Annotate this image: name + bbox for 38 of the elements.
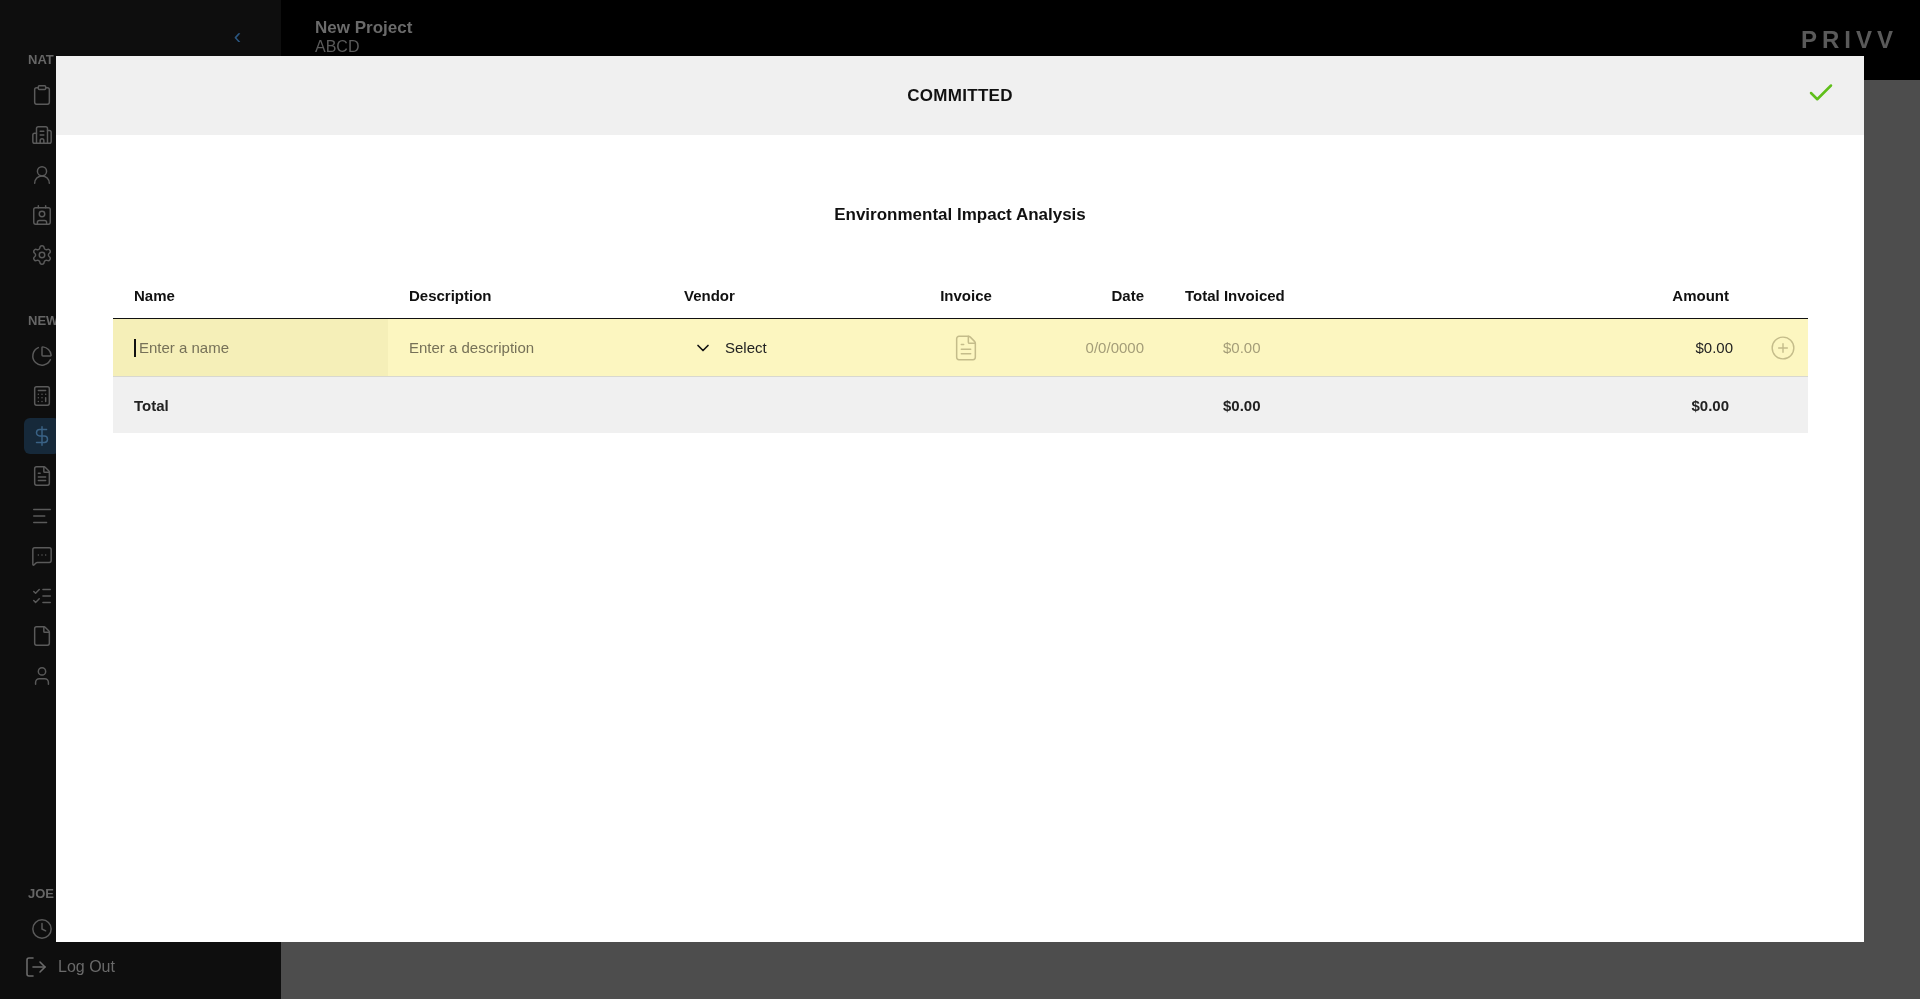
total-invoiced-field[interactable]: $0.00 xyxy=(1223,339,1393,356)
name-field[interactable]: Enter a name xyxy=(113,319,388,376)
name-input[interactable]: Enter a name xyxy=(139,339,368,356)
column-header: Vendor xyxy=(683,286,736,306)
modal-title: COMMITTED xyxy=(907,85,1013,106)
pie-chart-icon xyxy=(31,345,53,367)
id-card-icon xyxy=(31,204,53,226)
section-label: JOE xyxy=(27,886,55,901)
logo: PRIVV xyxy=(1800,26,1898,55)
section-title: Environmental Impact Analysis xyxy=(833,205,1087,225)
building-icon xyxy=(31,124,53,146)
column-header: Name xyxy=(133,286,176,306)
file-icon xyxy=(31,625,53,647)
clipboard-icon xyxy=(31,84,53,106)
column-header: Description xyxy=(408,286,493,306)
calculator-icon xyxy=(31,385,53,407)
amount-value: $0.00 xyxy=(1695,339,1733,356)
project-code: ABCD xyxy=(315,38,361,56)
amount-sum: $0.00 xyxy=(1691,396,1729,414)
section-label: NAT xyxy=(27,52,55,67)
vendor-select[interactable]: Select xyxy=(693,337,767,358)
settings-icon xyxy=(31,244,53,266)
person-icon xyxy=(31,164,53,186)
column-header: Total Invoiced xyxy=(1184,286,1286,306)
description-field[interactable]: Enter a description xyxy=(409,339,643,356)
logout-button[interactable]: Log Out xyxy=(0,949,281,999)
column-header: Amount xyxy=(1671,286,1730,306)
date-field[interactable]: 0/0/0000 xyxy=(1039,339,1144,356)
collapse-button[interactable]: ‹ xyxy=(229,26,245,48)
total-label: Total xyxy=(134,396,169,414)
document-icon xyxy=(31,465,53,487)
column-header: Invoice xyxy=(939,286,993,306)
chat-icon xyxy=(31,545,53,567)
project-title: New Project xyxy=(315,18,413,38)
column-header: Date xyxy=(1110,286,1145,306)
clock-icon xyxy=(31,918,53,940)
total-invoiced-sum: $0.00 xyxy=(1223,396,1261,414)
logout-icon xyxy=(24,955,48,979)
